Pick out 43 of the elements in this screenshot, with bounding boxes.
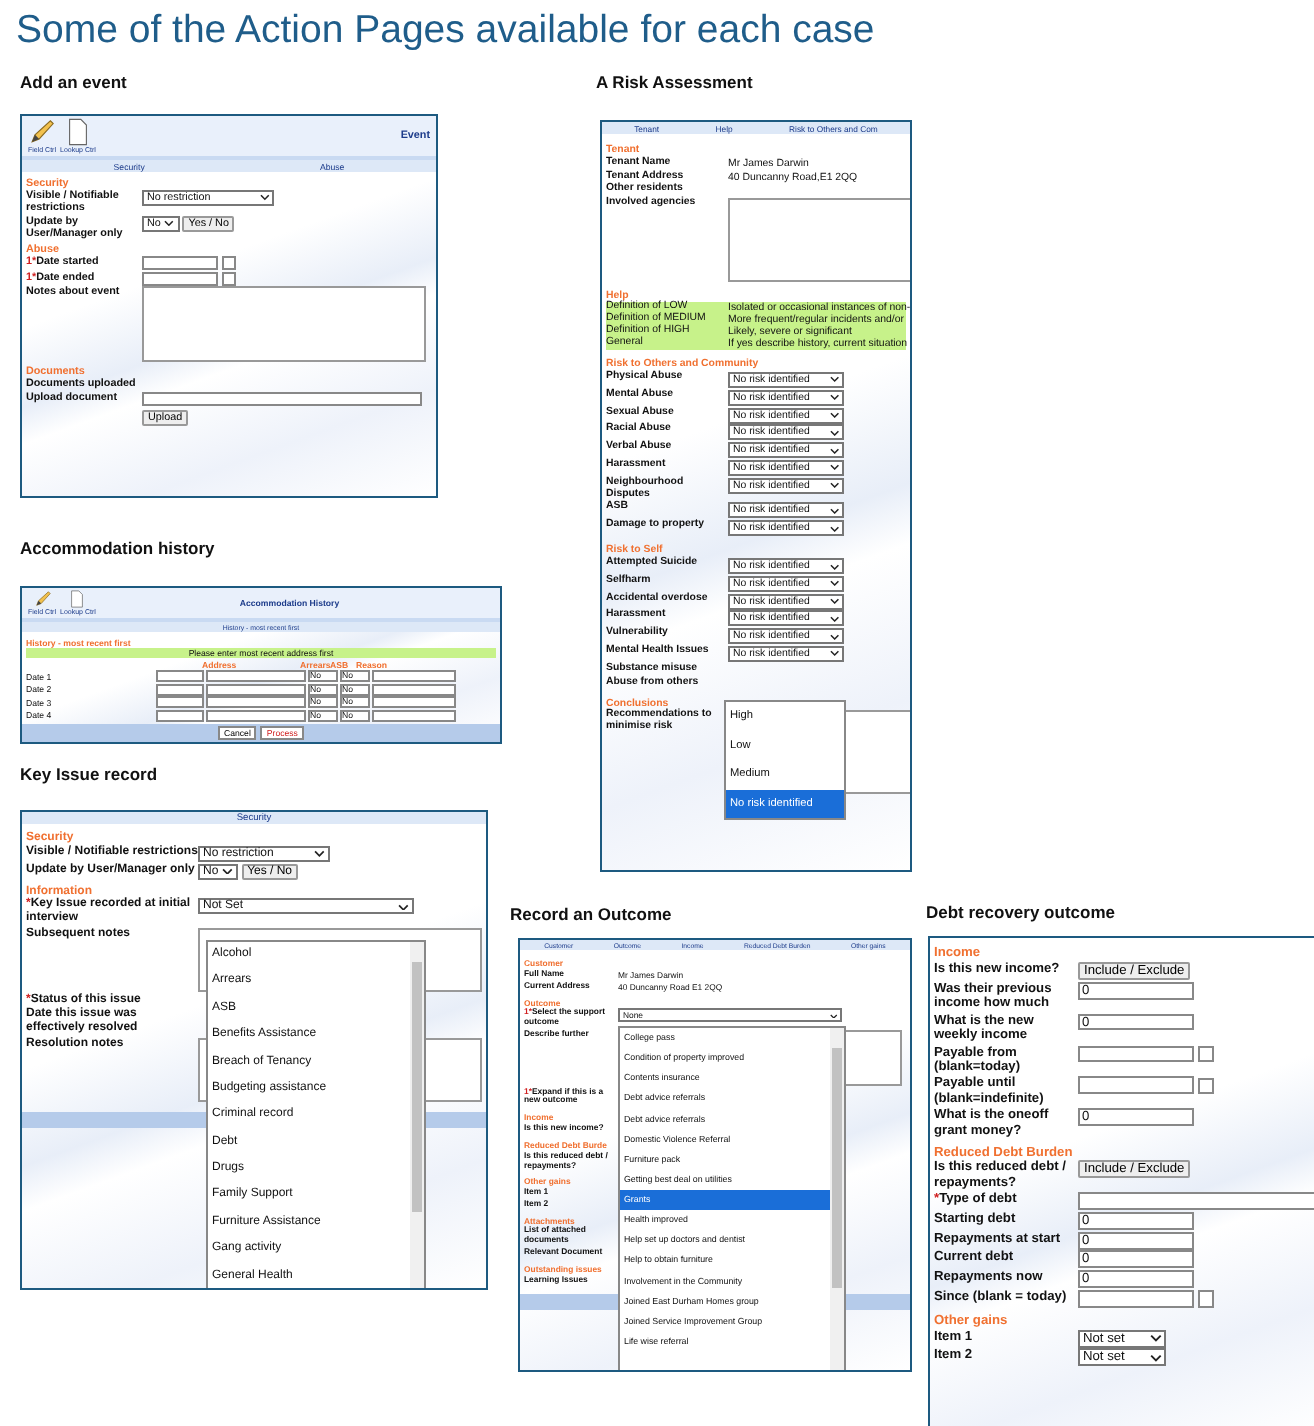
address-field[interactable] [206, 670, 306, 683]
reason-field[interactable] [372, 683, 456, 696]
section-caption: Accommodation history [20, 538, 215, 558]
address-field[interactable] [206, 709, 306, 722]
calendar-button[interactable] [1197, 1289, 1215, 1308]
text-area[interactable] [142, 286, 426, 363]
pencil-icon[interactable] [33, 590, 51, 608]
caret-icon [259, 194, 269, 201]
document-icon[interactable] [68, 590, 87, 608]
date-field[interactable] [1078, 1076, 1194, 1095]
caret-icon [829, 376, 839, 383]
text-area[interactable] [728, 198, 910, 283]
scrollbar[interactable] [410, 942, 424, 1288]
caret-icon [222, 867, 234, 875]
document-icon[interactable] [63, 118, 92, 146]
page-title: Some of the Action Pages available for each case [16, 8, 875, 54]
address-field[interactable] [206, 683, 306, 696]
caret-icon [829, 482, 839, 489]
file-field[interactable] [142, 391, 422, 407]
date-field[interactable] [156, 709, 204, 722]
section-caption: Debt recovery outcome [926, 902, 1115, 922]
date-field[interactable] [156, 670, 204, 683]
section-caption: Key Issue record [20, 764, 158, 784]
reason-field[interactable] [372, 709, 456, 722]
section-caption: A Risk Assessment [596, 72, 753, 92]
reason-field[interactable] [372, 696, 456, 709]
date-field[interactable] [156, 696, 204, 709]
date-field[interactable] [156, 683, 204, 696]
date-field[interactable] [1078, 1289, 1194, 1308]
date-field[interactable] [142, 271, 218, 286]
section-caption: Record an Outcome [510, 904, 672, 924]
caret-icon [829, 1013, 837, 1019]
date-field[interactable] [1078, 1045, 1194, 1063]
pencil-icon[interactable] [28, 118, 56, 146]
reason-field[interactable] [372, 670, 456, 683]
section-caption: Add an event [20, 72, 127, 92]
caret-icon [164, 220, 175, 227]
caret-icon [314, 850, 325, 858]
date-field[interactable] [142, 255, 218, 271]
address-field[interactable] [206, 696, 306, 709]
scrollbar[interactable] [830, 1028, 844, 1370]
caret-icon [398, 903, 409, 911]
input-field[interactable] [1078, 1192, 1314, 1211]
